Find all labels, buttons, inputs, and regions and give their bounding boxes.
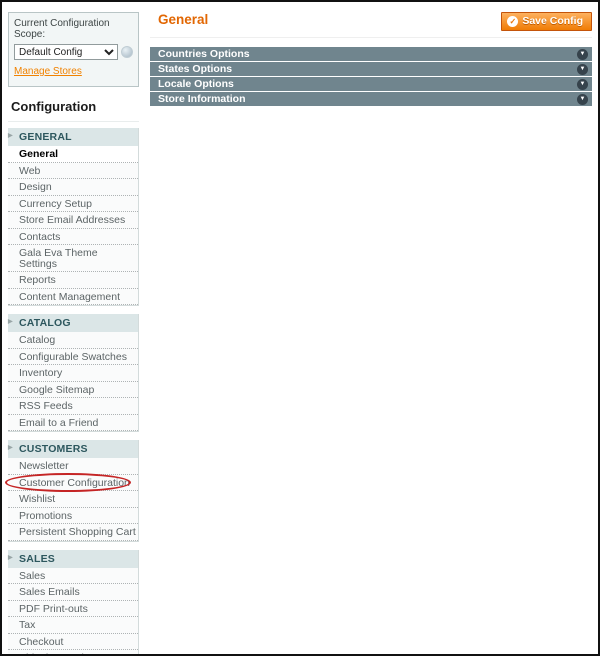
save-config-button[interactable]: ✓ Save Config xyxy=(501,12,592,31)
sidebar-item-content-management[interactable]: Content Management xyxy=(8,288,138,305)
collapse-toggle-icon[interactable]: ▼ xyxy=(577,48,588,60)
sidebar-item-currency-setup[interactable]: Currency Setup xyxy=(8,195,138,212)
sidebar-section-header-customers[interactable]: ▶ CUSTOMERS xyxy=(8,440,138,458)
sidebar-section-header-general[interactable]: ▶ GENERAL xyxy=(8,128,138,146)
sidebar-title: Configuration xyxy=(8,91,139,122)
panel-label: Store Information xyxy=(158,93,246,105)
section-arrow-icon: ▶ xyxy=(8,319,13,325)
scope-help-icon[interactable] xyxy=(121,46,133,58)
page-title: General xyxy=(158,12,209,27)
sidebar-item-wishlist[interactable]: Wishlist xyxy=(8,491,138,508)
panel-label: Countries Options xyxy=(158,48,250,60)
collapse-toggle-icon[interactable]: ▼ xyxy=(577,93,588,105)
panel-states-options[interactable]: States Options ▼ xyxy=(150,62,592,76)
sidebar-section-catalog: ▶ CATALOG Catalog Configurable Swatches … xyxy=(8,314,139,432)
sidebar-item-checkout[interactable]: Checkout xyxy=(8,633,138,650)
main-content: General ✓ Save Config Countries Options … xyxy=(148,2,594,107)
sidebar-section-general: ▶ GENERAL General Web Design Currency Se… xyxy=(8,128,139,306)
magento-admin-window: Current Configuration Scope: Default Con… xyxy=(0,0,600,656)
save-check-icon: ✓ xyxy=(507,15,519,27)
title-divider xyxy=(150,37,592,38)
collapse-toggle-icon[interactable]: ▼ xyxy=(577,63,588,75)
configuration-sidebar: Current Configuration Scope: Default Con… xyxy=(5,10,139,654)
sidebar-item-rss-feeds[interactable]: RSS Feeds xyxy=(8,398,138,415)
sidebar-item-web[interactable]: Web xyxy=(8,162,138,179)
configuration-scope-panel: Current Configuration Scope: Default Con… xyxy=(8,12,139,87)
sidebar-item-shipping-settings[interactable]: Shipping Settings xyxy=(8,650,138,654)
sidebar-section-sales: ▶ SALES Sales Sales Emails PDF Print-out… xyxy=(8,549,139,654)
sidebar-item-design[interactable]: Design xyxy=(8,179,138,196)
section-label: GENERAL xyxy=(19,131,72,143)
panel-label: Locale Options xyxy=(158,78,234,90)
section-arrow-icon: ▶ xyxy=(8,554,13,561)
sidebar-item-persistent-shopping-cart[interactable]: Persistent Shopping Cart xyxy=(8,524,138,541)
sidebar-item-customer-configuration[interactable]: Customer Configuration xyxy=(5,472,138,492)
section-arrow-icon: ▶ xyxy=(8,445,13,451)
save-config-label: Save Config xyxy=(522,15,583,27)
sidebar-item-google-sitemap[interactable]: Google Sitemap xyxy=(8,381,138,398)
sidebar-item-label: Customer Configuration xyxy=(19,476,130,489)
panel-label: States Options xyxy=(158,63,233,75)
section-label: CUSTOMERS xyxy=(19,443,88,455)
section-label: CATALOG xyxy=(19,317,71,329)
sidebar-section-header-sales[interactable]: ▶ SALES xyxy=(8,549,138,568)
scope-select[interactable]: Default Config xyxy=(14,44,118,60)
sidebar-item-store-email-addresses[interactable]: Store Email Addresses xyxy=(8,212,138,229)
sidebar-item-sales[interactable]: Sales xyxy=(8,567,138,584)
panel-countries-options[interactable]: Countries Options ▼ xyxy=(150,47,592,61)
sidebar-item-email-to-a-friend[interactable]: Email to a Friend xyxy=(8,414,138,431)
sidebar-section-customers: ▶ CUSTOMERS Newsletter Customer Configur… xyxy=(5,440,139,542)
sidebar-item-inventory[interactable]: Inventory xyxy=(8,365,138,382)
sidebar-item-catalog[interactable]: Catalog xyxy=(8,332,138,349)
section-arrow-icon: ▶ xyxy=(8,133,13,139)
sidebar-section-header-catalog[interactable]: ▶ CATALOG xyxy=(8,314,138,332)
collapse-toggle-icon[interactable]: ▼ xyxy=(577,78,588,90)
panel-store-information[interactable]: Store Information ▼ xyxy=(150,92,592,106)
scope-label: Current Configuration Scope: xyxy=(14,18,110,40)
sidebar-item-tax[interactable]: Tax xyxy=(8,617,138,634)
sidebar-item-reports[interactable]: Reports xyxy=(8,272,138,289)
sidebar-item-promotions[interactable]: Promotions xyxy=(8,507,138,524)
sidebar-item-pdf-print-outs[interactable]: PDF Print-outs xyxy=(8,600,138,617)
sidebar-item-sales-emails[interactable]: Sales Emails xyxy=(8,584,138,601)
sidebar-item-newsletter[interactable]: Newsletter xyxy=(8,458,138,475)
sidebar-item-gala-eva-theme-settings[interactable]: Gala Eva Theme Settings xyxy=(8,245,138,272)
section-label: SALES xyxy=(19,552,56,565)
sidebar-item-general[interactable]: General xyxy=(8,146,138,163)
panel-locale-options[interactable]: Locale Options ▼ xyxy=(150,77,592,91)
manage-stores-link[interactable]: Manage Stores xyxy=(14,66,82,77)
sidebar-item-configurable-swatches[interactable]: Configurable Swatches xyxy=(8,348,138,365)
sidebar-item-contacts[interactable]: Contacts xyxy=(8,228,138,245)
